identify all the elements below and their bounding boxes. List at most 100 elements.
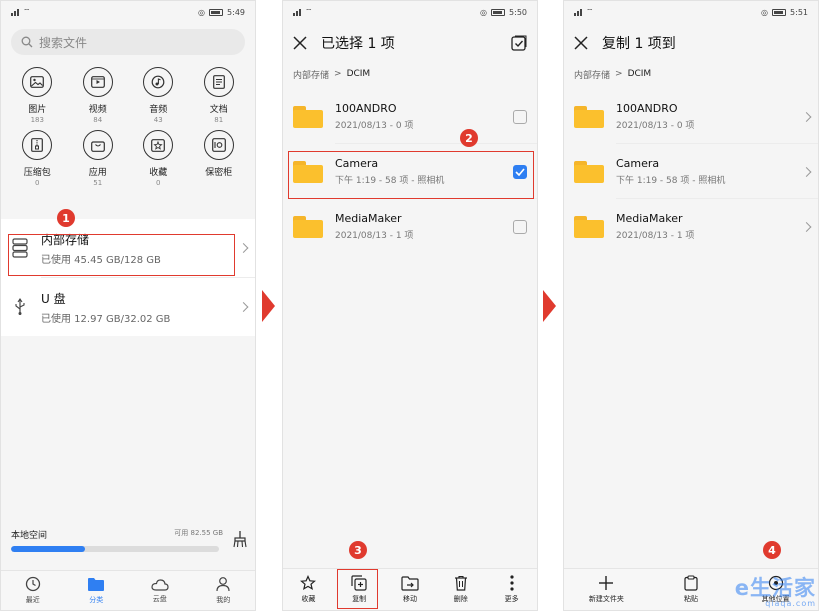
- folder-meta: 2021/08/13 - 0 项: [335, 121, 414, 131]
- search-input[interactable]: 搜索文件: [11, 29, 245, 55]
- folder-name: MediaMaker: [616, 212, 683, 225]
- local-space-panel: 本地空间 可用 82.55 GB: [1, 520, 255, 562]
- list-item[interactable]: Camera 下午 1:19 - 58 项 - 照相机: [564, 144, 818, 199]
- tab-categories[interactable]: 分类: [65, 571, 129, 610]
- category-label: 视频: [88, 105, 107, 115]
- search-placeholder: 搜索文件: [39, 35, 88, 50]
- list-item[interactable]: MediaMaker 2021/08/13 - 1 项: [564, 199, 818, 254]
- usb-storage-row[interactable]: U 盘 已使用 12.97 GB/32.02 GB: [1, 278, 255, 336]
- wifi-icon: ⌔: [305, 7, 313, 16]
- step-badge-2: 2: [460, 129, 478, 147]
- chevron-right-icon: [238, 243, 249, 253]
- breadcrumb: 内部存储 > DCIM: [564, 63, 818, 85]
- tab-label: 分类: [89, 595, 104, 604]
- more-button[interactable]: 更多: [486, 569, 537, 610]
- step-badge-3: 3: [349, 541, 367, 559]
- wifi-icon: ⌔: [586, 7, 594, 16]
- folder-name: 100ANDRO: [335, 102, 397, 115]
- category-audio[interactable]: 音频 43: [128, 67, 189, 124]
- folder-name: 100ANDRO: [616, 102, 678, 115]
- category-safe[interactable]: 保密柜: [189, 130, 250, 187]
- watermark-text: e生活家: [734, 576, 816, 600]
- battery-icon: [772, 8, 787, 16]
- category-apps[interactable]: 应用 51: [68, 130, 129, 187]
- status-bar: ⌔ ◎ 5:50: [283, 1, 537, 23]
- list-item[interactable]: 100ANDRO 2021/08/13 - 0 项: [564, 89, 818, 144]
- list-item[interactable]: 100ANDRO 2021/08/13 - 0 项: [283, 89, 537, 144]
- folder-icon: [574, 215, 604, 238]
- music-icon: [143, 67, 174, 97]
- tool-label: 更多: [504, 595, 519, 603]
- checkbox[interactable]: [513, 109, 527, 124]
- list-item[interactable]: MediaMaker 2021/08/13 - 1 项: [283, 199, 537, 254]
- local-space-bar: [11, 546, 219, 552]
- highlight-box-copy: [337, 569, 378, 609]
- archive-icon: [22, 130, 53, 160]
- move-button[interactable]: 移动: [385, 569, 436, 610]
- category-favorites[interactable]: 收藏 0: [128, 130, 189, 187]
- video-icon: [82, 67, 113, 97]
- close-icon[interactable]: [574, 36, 588, 50]
- category-label: 保密柜: [205, 168, 233, 178]
- breadcrumb-item[interactable]: 内部存储: [293, 68, 329, 81]
- signal-icon: [11, 8, 19, 16]
- move-icon: [401, 575, 419, 591]
- select-all-icon[interactable]: [511, 35, 527, 51]
- status-time: 5:51: [790, 7, 808, 17]
- folder-meta: 2021/08/13 - 1 项: [335, 231, 414, 241]
- wifi-icon: ⌔: [23, 7, 31, 16]
- category-count: 183: [30, 116, 44, 124]
- image-icon: [22, 67, 53, 97]
- category-videos[interactable]: 视频 84: [68, 67, 129, 124]
- watermark-logo: e生活家 qiaqa.com: [666, 568, 816, 608]
- tab-label: 最近: [25, 596, 40, 604]
- category-label: 收藏: [149, 168, 168, 178]
- tool-label: 新建文件夹: [588, 595, 624, 603]
- category-archives[interactable]: 压缩包 0: [7, 130, 68, 187]
- tab-recent[interactable]: 最近: [1, 571, 65, 610]
- breadcrumb-item[interactable]: 内部存储: [574, 68, 610, 81]
- tab-label: 云盘: [152, 594, 167, 603]
- folder-icon: [293, 215, 323, 238]
- new-folder-button[interactable]: 新建文件夹: [564, 569, 649, 610]
- favorite-icon: [143, 130, 174, 160]
- category-grid: 图片 183 视频 84 音频 43 文档 81 压缩包 0 应用 51 收藏 …: [1, 55, 255, 187]
- folder-name: MediaMaker: [335, 212, 402, 225]
- category-count: 43: [153, 116, 163, 124]
- broom-icon[interactable]: [233, 530, 247, 552]
- tab-cloud[interactable]: 云盘: [128, 571, 192, 610]
- chevron-right-icon: [238, 302, 249, 312]
- delete-button[interactable]: 删除: [435, 569, 486, 610]
- status-bar: ⌔ ◎ 5:51: [564, 1, 818, 23]
- safe-icon: [203, 130, 234, 160]
- person-icon: [216, 577, 230, 592]
- status-bar: ⌔ ◎ 5:49: [1, 1, 255, 23]
- cloud-icon: [151, 578, 169, 591]
- favorite-button[interactable]: 收藏: [283, 569, 334, 610]
- tool-label: 移动: [402, 594, 417, 603]
- tab-label: 我的: [216, 596, 231, 604]
- more-icon: [509, 575, 514, 591]
- breadcrumb-current: DCIM: [346, 69, 371, 79]
- signal-icon: [293, 8, 301, 16]
- copy-header: 复制 1 项到: [564, 23, 818, 63]
- checkbox[interactable]: [513, 219, 527, 234]
- status-time: 5:49: [227, 7, 245, 17]
- folder-icon: [293, 105, 323, 128]
- document-icon: [203, 67, 234, 97]
- step-badge-4: 4: [763, 541, 781, 559]
- close-icon[interactable]: [293, 36, 307, 50]
- folder-meta: 2021/08/13 - 0 项: [616, 121, 695, 131]
- tab-me[interactable]: 我的: [192, 571, 256, 610]
- alarm-icon: ◎: [761, 7, 769, 17]
- category-documents[interactable]: 文档 81: [189, 67, 250, 124]
- storage-name: U 盘: [41, 291, 66, 306]
- star-icon: [300, 575, 317, 591]
- screen-copy-destination: ⌔ ◎ 5:51 复制 1 项到 内部存储 > DCIM 100ANDRO 2021…: [563, 0, 819, 611]
- tool-label: 删除: [453, 595, 468, 603]
- chevron-right-icon: >: [334, 69, 342, 79]
- category-images[interactable]: 图片 183: [7, 67, 68, 124]
- category-count: 0: [156, 179, 161, 187]
- highlight-box-camera: [288, 151, 534, 199]
- category-label: 文档: [209, 105, 228, 115]
